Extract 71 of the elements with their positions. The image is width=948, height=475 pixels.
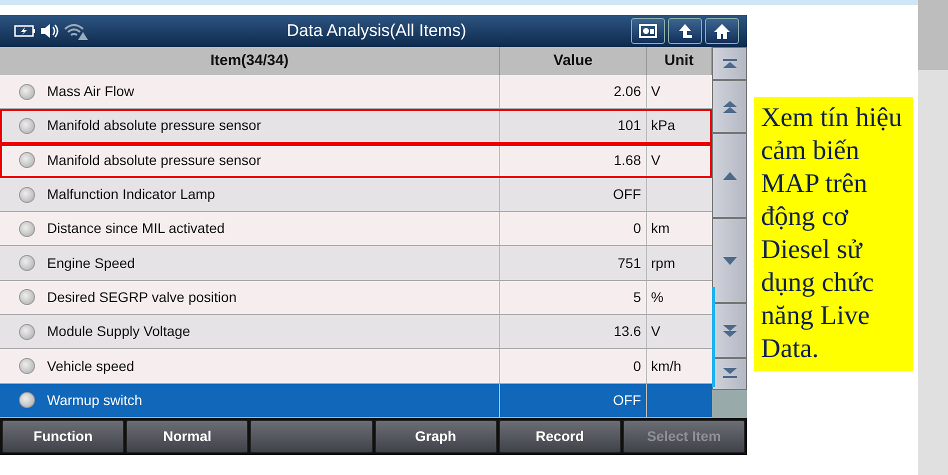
- circle-icon: [19, 324, 35, 340]
- page-down-button[interactable]: [712, 303, 747, 358]
- circle-icon: [19, 255, 35, 272]
- item-name: Engine Speed: [47, 254, 135, 273]
- speaker-icon: [40, 23, 60, 39]
- item-name: Mass Air Flow: [47, 82, 134, 102]
- toolbar-button[interactable]: Function: [2, 420, 124, 453]
- table-row[interactable]: Distance since MIL activated 0 km: [0, 212, 712, 246]
- circle-icon: [19, 289, 35, 306]
- table-row[interactable]: Vehicle speed 0 km/h: [0, 349, 712, 384]
- blank-button[interactable]: [250, 420, 373, 453]
- value-text: 13.6: [614, 322, 641, 342]
- item-name: Module Supply Voltage: [47, 322, 190, 342]
- circle-icon: [19, 84, 35, 100]
- unit-text: km: [651, 219, 670, 238]
- value-text: 0: [633, 219, 641, 238]
- scrollbar-thumb[interactable]: [712, 287, 715, 387]
- value-text: 2.06: [614, 82, 641, 102]
- window-title: Data Analysis(All Items): [286, 20, 468, 42]
- battery-icon: [14, 25, 36, 37]
- circle-icon: [19, 392, 35, 408]
- table-row[interactable]: Desired SEGRP valve position 5 %: [0, 280, 712, 316]
- circle-icon: [19, 186, 35, 203]
- home-button[interactable]: [705, 18, 739, 44]
- item-name: Manifold absolute pressure sensor: [47, 116, 262, 136]
- circle-icon: [19, 358, 35, 374]
- home-icon: [712, 22, 732, 40]
- value-text: 0: [633, 356, 641, 376]
- unit-text: km/h: [651, 356, 682, 376]
- toolbar-button[interactable]: Graph: [374, 420, 497, 453]
- item-name: Manifold absolute pressure sensor: [47, 150, 262, 170]
- screenshot-icon: [638, 22, 658, 40]
- item-name: Distance since MIL activated: [47, 219, 225, 238]
- note-text: Xem tín hiệu cảm biến MAP trên động cơ Diesel sử dụng chức năng Live Data.: [754, 97, 913, 371]
- unit-text: V: [651, 322, 660, 342]
- value-text: 1.68: [614, 150, 641, 170]
- circle-icon: [19, 118, 35, 134]
- value-text: OFF: [613, 390, 641, 410]
- table-row[interactable]: Engine Speed 751 rpm: [0, 246, 712, 281]
- table-row[interactable]: Malfunction Indicator Lamp OFF: [0, 178, 712, 212]
- item-name: Vehicle speed: [47, 356, 134, 376]
- back-button[interactable]: [668, 18, 702, 44]
- value-text: OFF: [613, 185, 641, 204]
- unit-text: rpm: [651, 254, 676, 273]
- toolbar-button[interactable]: Normal: [126, 420, 248, 453]
- value-text: 751: [618, 254, 641, 273]
- value-text: 5: [633, 288, 641, 307]
- scroll-down-button[interactable]: [712, 218, 747, 303]
- item-name: Malfunction Indicator Lamp: [47, 185, 216, 204]
- item-name: Desired SEGRP valve position: [47, 288, 237, 307]
- toolbar-button[interactable]: Record: [498, 420, 621, 453]
- table-row[interactable]: Warmup switch OFF: [0, 384, 712, 418]
- table-row[interactable]: Manifold absolute pressure sensor 1.68 V: [0, 144, 712, 178]
- circle-icon: [19, 152, 35, 168]
- scroll-top-button[interactable]: [712, 47, 747, 80]
- unit-text: %: [651, 288, 664, 307]
- wifi-warning-icon: [64, 22, 90, 40]
- table-row[interactable]: Mass Air Flow 2.06 V: [0, 75, 712, 110]
- unit-text: kPa: [651, 116, 676, 136]
- unit-text: V: [651, 150, 660, 170]
- table-row[interactable]: Manifold absolute pressure sensor 101 kPa: [0, 109, 712, 144]
- page-up-button[interactable]: [712, 80, 747, 133]
- scroll-up-button[interactable]: [712, 133, 747, 218]
- screenshot-button[interactable]: [631, 18, 665, 44]
- item-name: Warmup switch: [47, 390, 142, 410]
- unit-text: V: [651, 82, 660, 102]
- page-scrollbar-thumb[interactable]: [918, 0, 948, 70]
- value-text: 101: [618, 116, 641, 136]
- circle-icon: [19, 220, 35, 237]
- table-row[interactable]: Module Supply Voltage 13.6 V: [0, 315, 712, 350]
- scroll-bottom-button[interactable]: [712, 358, 747, 390]
